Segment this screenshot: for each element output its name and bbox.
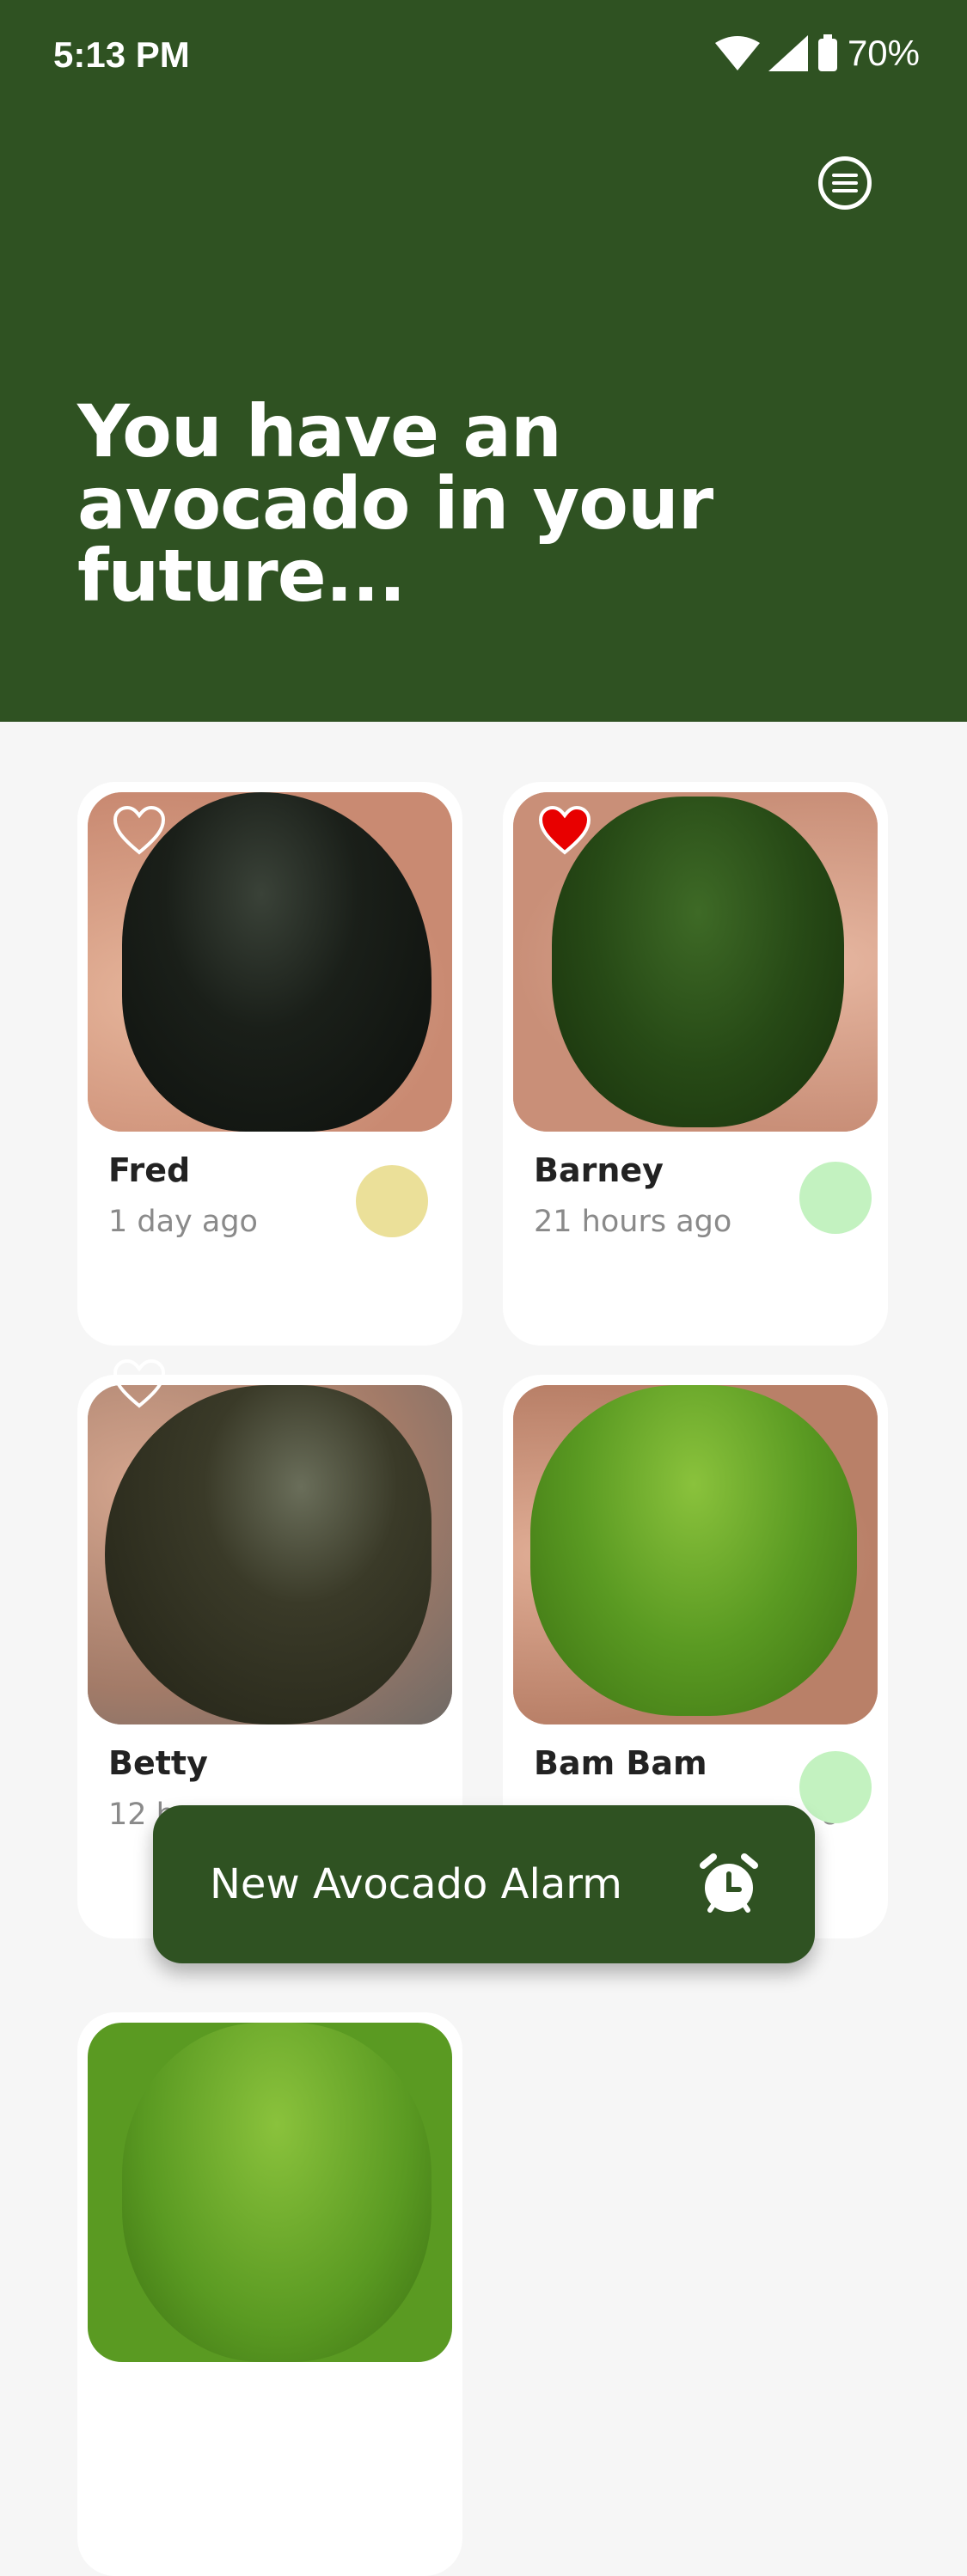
alarm-clock-icon — [700, 1853, 758, 1913]
avocado-fruit — [552, 797, 844, 1127]
new-avocado-alarm-button[interactable]: New Avocado Alarm — [153, 1805, 815, 1963]
avocado-card[interactable] — [77, 2012, 462, 2576]
favorite-heart-icon[interactable] — [537, 804, 592, 856]
avocado-photo — [88, 1385, 452, 1724]
avocado-name: Bam Bam — [534, 1744, 707, 1782]
avocado-name: Betty — [108, 1744, 208, 1782]
battery-icon — [817, 34, 837, 71]
ripeness-indicator — [799, 1162, 872, 1234]
avocado-fruit — [530, 1385, 857, 1716]
avocado-time-ago: 21 hours ago — [534, 1205, 732, 1239]
avocado-card[interactable]: Barney 21 hours ago — [503, 782, 888, 1346]
avocado-photo — [513, 1385, 878, 1724]
signal-icon — [768, 35, 808, 71]
ripeness-indicator — [356, 1165, 428, 1237]
avocado-time-ago: 1 day ago — [108, 1205, 258, 1239]
avocado-card[interactable]: Fred 1 day ago — [77, 782, 462, 1346]
page-title: You have an avocado in your future... — [77, 389, 713, 618]
wifi-icon — [714, 36, 760, 70]
status-time: 5:13 PM — [53, 34, 190, 75]
ripeness-indicator — [799, 1751, 872, 1823]
fab-label: New Avocado Alarm — [210, 1860, 622, 1908]
status-icons: 70% — [714, 33, 920, 74]
menu-button[interactable] — [818, 156, 872, 210]
favorite-heart-icon[interactable] — [112, 804, 167, 856]
battery-percentage: 70% — [847, 33, 920, 73]
menu-icon — [832, 174, 858, 192]
avocado-photo — [88, 2023, 452, 2362]
avocado-name: Fred — [108, 1151, 191, 1189]
avocado-fruit — [105, 1385, 431, 1724]
avocado-fruit — [122, 2023, 431, 2362]
header: 5:13 PM 70% You have an avocado in your … — [0, 0, 967, 722]
avocado-name: Barney — [534, 1151, 664, 1189]
favorite-heart-icon[interactable] — [112, 1358, 167, 1409]
